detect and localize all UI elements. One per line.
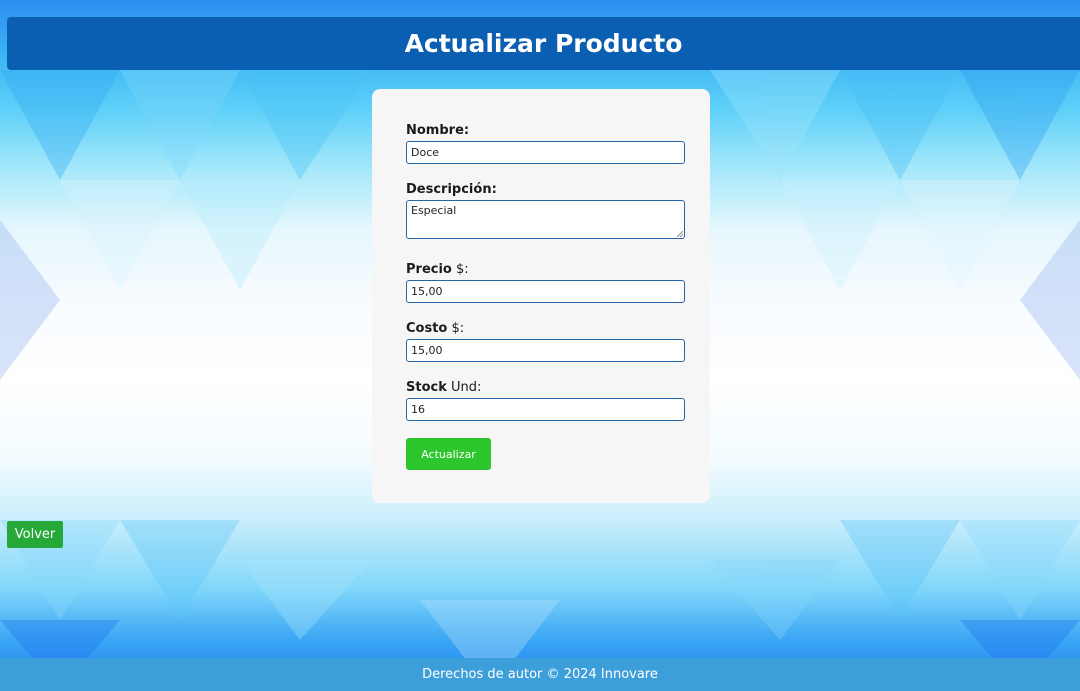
page-footer: Derechos de autor © 2024 Innovare (0, 658, 1080, 691)
footer-copyright: Derechos de autor © 2024 Innovare (422, 667, 658, 682)
precio-label-bold: Precio (406, 262, 452, 277)
resize-grip-icon[interactable] (677, 231, 683, 237)
precio-label-unit: $: (451, 262, 469, 277)
update-button[interactable]: Actualizar (406, 438, 491, 470)
stock-input[interactable] (406, 398, 685, 421)
descripcion-label-text: Descripción: (406, 182, 497, 197)
stock-label: Stock Und: (406, 380, 481, 395)
page-title: Actualizar Producto (404, 29, 683, 58)
stock-label-bold: Stock (406, 380, 447, 395)
costo-label-bold: Costo (406, 321, 448, 336)
costo-label-unit: $: (447, 321, 465, 336)
descripcion-label: Descripción: (406, 182, 497, 197)
nombre-label: Nombre: (406, 123, 469, 138)
stock-label-unit: Und: (446, 380, 482, 395)
precio-label: Precio $: (406, 262, 469, 277)
page-header: Actualizar Producto (7, 17, 1080, 70)
update-product-form: Nombre: Descripción: Especial Precio $: … (372, 89, 710, 503)
back-button[interactable]: Volver (7, 521, 63, 548)
nombre-label-text: Nombre: (406, 123, 470, 138)
descripcion-wrapper: Especial (406, 200, 685, 239)
nombre-input[interactable] (406, 141, 685, 164)
costo-label: Costo $: (406, 321, 464, 336)
costo-input[interactable] (406, 339, 685, 362)
precio-input[interactable] (406, 280, 685, 303)
descripcion-textarea[interactable]: Especial (406, 200, 685, 239)
